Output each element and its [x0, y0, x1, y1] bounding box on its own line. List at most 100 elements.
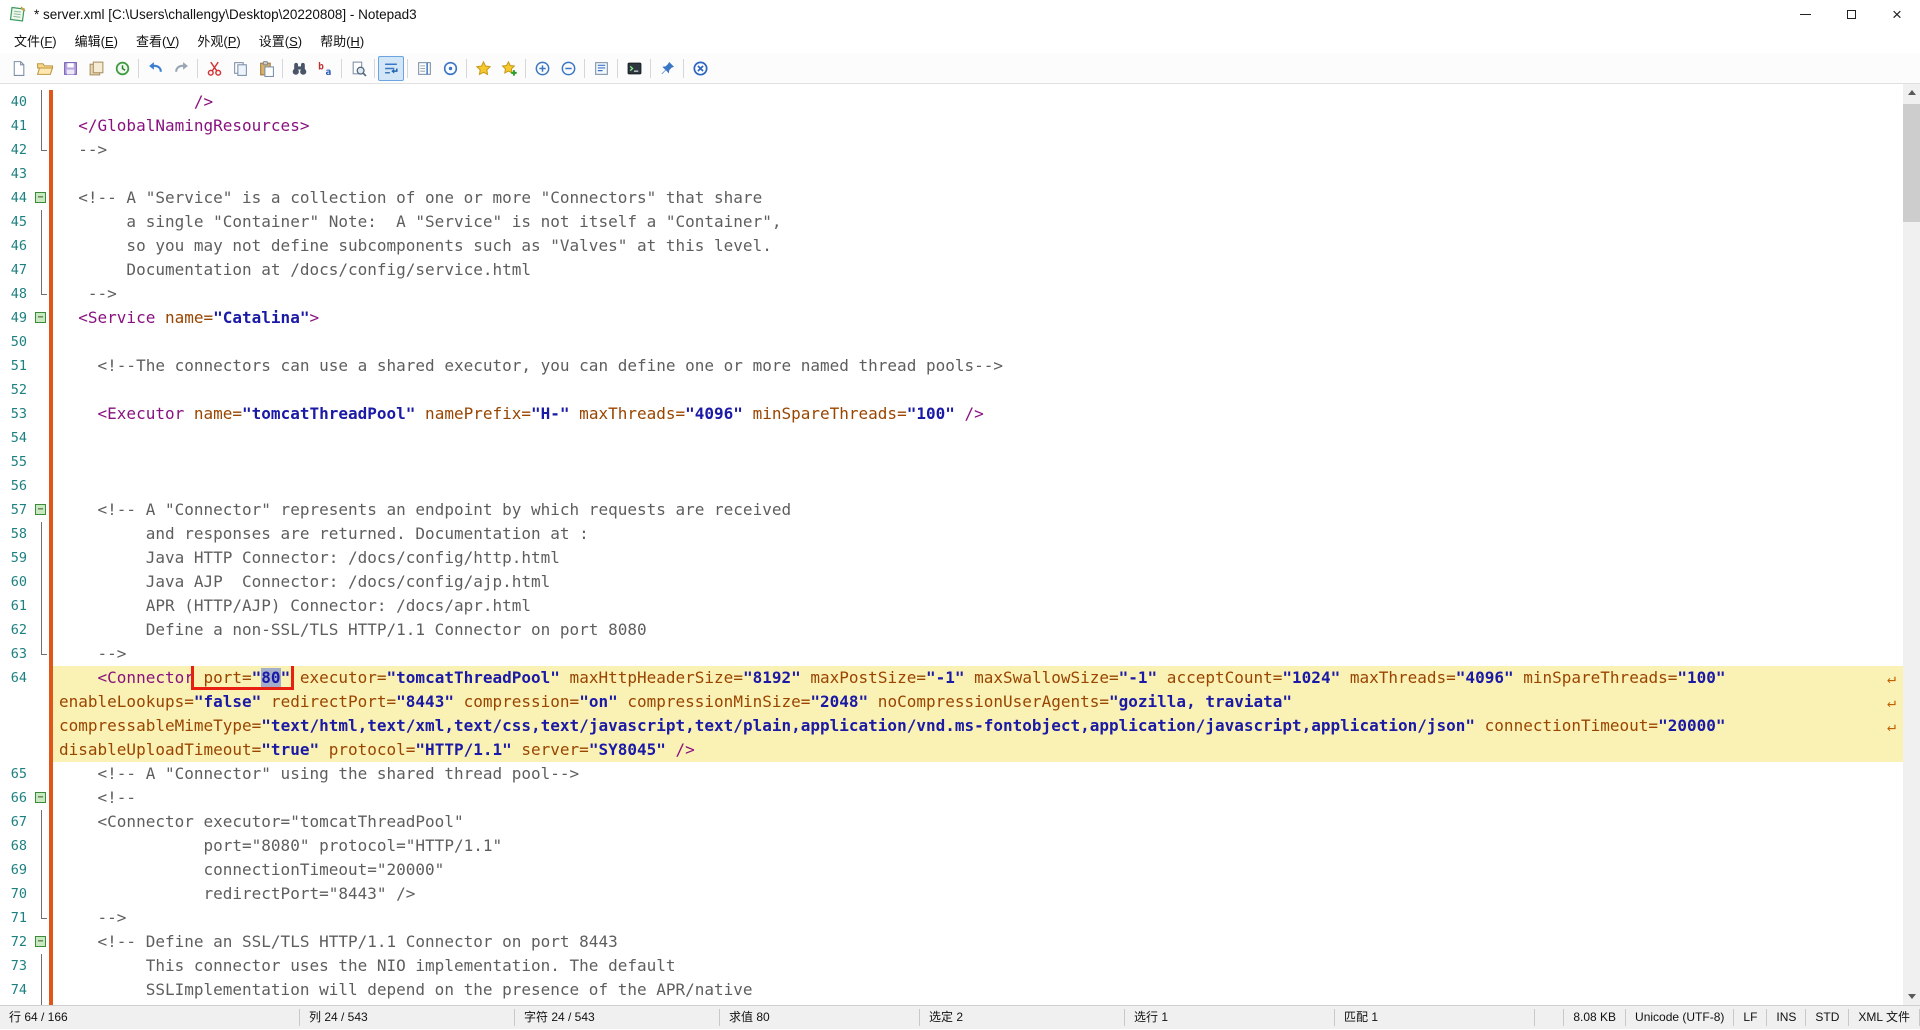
replace-button[interactable]: ba: [312, 56, 338, 81]
run-console-button[interactable]: [621, 56, 647, 81]
code-area[interactable]: 40 />41 </GlobalNamingResources>42 -->43…: [0, 90, 1903, 1005]
code-text[interactable]: [53, 162, 1903, 186]
code-text[interactable]: enableLookups="false" redirectPort="8443…: [53, 690, 1903, 714]
status-line[interactable]: 行 64 / 166: [0, 1009, 300, 1026]
line-number: 63: [0, 642, 34, 666]
code-text[interactable]: [53, 330, 1903, 354]
code-text[interactable]: </GlobalNamingResources>: [53, 114, 1903, 138]
menu-item-p[interactable]: 外观(P): [188, 28, 249, 53]
code-text[interactable]: -->: [53, 906, 1903, 930]
code-text[interactable]: <!-- A "Connector" represents an endpoin…: [53, 498, 1903, 522]
code-text[interactable]: [53, 378, 1903, 402]
status-column[interactable]: 列 24 / 543: [300, 1009, 515, 1026]
close-button[interactable]: ×: [1874, 0, 1920, 28]
menu-item-s[interactable]: 设置(S): [250, 28, 311, 53]
status-insert-mode[interactable]: INS: [1767, 1009, 1806, 1026]
add-favorite-button[interactable]: [496, 56, 522, 81]
save-copy-button[interactable]: [83, 56, 109, 81]
status-file-size[interactable]: 8.08 KB: [1564, 1009, 1626, 1026]
recent-files-button[interactable]: [109, 56, 135, 81]
code-text[interactable]: and responses are returned. Documentatio…: [53, 522, 1903, 546]
editor[interactable]: 40 />41 </GlobalNamingResources>42 -->43…: [0, 84, 1920, 1005]
status-selected-lines[interactable]: 选行 1: [1125, 1009, 1335, 1026]
maximize-button[interactable]: [1828, 0, 1874, 28]
fold-collapse-icon[interactable]: −: [35, 504, 46, 515]
zoom-in-button[interactable]: [529, 56, 555, 81]
status-case-mode[interactable]: STD: [1806, 1009, 1849, 1026]
code-text[interactable]: [53, 474, 1903, 498]
menu-item-v[interactable]: 查看(V): [127, 28, 188, 53]
code-text[interactable]: <!--The connectors can use a shared exec…: [53, 354, 1903, 378]
menu-item-f[interactable]: 文件(F): [5, 28, 66, 53]
code-text[interactable]: Documentation at /docs/config/service.ht…: [53, 258, 1903, 282]
status-eol-mode[interactable]: LF: [1734, 1009, 1767, 1026]
save-file-button[interactable]: [57, 56, 83, 81]
cut-button[interactable]: [201, 56, 227, 81]
show-whitespace-button[interactable]: [437, 56, 463, 81]
code-text[interactable]: disableUploadTimeout="true" protocol="HT…: [53, 738, 1903, 762]
code-text[interactable]: library and the useOpenSSL attribute of …: [53, 1002, 1903, 1005]
pin-to-top-button[interactable]: [654, 56, 680, 81]
code-text[interactable]: <!--: [53, 786, 1903, 810]
new-file-button[interactable]: [5, 56, 31, 81]
code-text[interactable]: redirectPort="8443" />: [53, 882, 1903, 906]
scrollbar-thumb[interactable]: [1903, 104, 1920, 222]
code-text[interactable]: Java AJP Connector: /docs/config/ajp.htm…: [53, 570, 1903, 594]
vertical-scrollbar[interactable]: [1903, 84, 1920, 1005]
code-text[interactable]: SSLImplementation will depend on the pre…: [53, 978, 1903, 1002]
code-text[interactable]: -->: [53, 282, 1903, 306]
scheme-config-button[interactable]: [588, 56, 614, 81]
code-text[interactable]: <Service name="Catalina">: [53, 306, 1903, 330]
minimize-icon: [1800, 14, 1811, 15]
code-text[interactable]: a single "Container" Note: A "Service" i…: [53, 210, 1903, 234]
status-encoding[interactable]: Unicode (UTF-8): [1626, 1009, 1734, 1026]
code-text[interactable]: <Connector executor="tomcatThreadPool": [53, 810, 1903, 834]
code-text[interactable]: connectionTimeout="20000": [53, 858, 1903, 882]
exit-button[interactable]: [687, 56, 713, 81]
favorites-button[interactable]: [470, 56, 496, 81]
menu-item-h[interactable]: 帮助(H): [311, 28, 373, 53]
title-bar[interactable]: * server.xml [C:\Users\challengy\Desktop…: [0, 0, 1920, 28]
zoom-out-button[interactable]: [555, 56, 581, 81]
code-text[interactable]: compressableMimeType="text/html,text/xml…: [53, 714, 1903, 738]
code-text[interactable]: />: [53, 90, 1903, 114]
code-text[interactable]: port="8080" protocol="HTTP/1.1": [53, 834, 1903, 858]
code-text[interactable]: This connector uses the NIO implementati…: [53, 954, 1903, 978]
code-text[interactable]: <Connector port="80" executor="tomcatThr…: [53, 666, 1903, 690]
status-eval[interactable]: 求值 80: [720, 1009, 920, 1026]
long-line-marker-button[interactable]: [411, 56, 437, 81]
copy-button[interactable]: [227, 56, 253, 81]
open-file-button[interactable]: [31, 56, 57, 81]
print-preview-button[interactable]: [345, 56, 371, 81]
status-file-type[interactable]: XML 文件: [1849, 1009, 1920, 1026]
fold-collapse-icon[interactable]: −: [35, 192, 46, 203]
code-text[interactable]: -->: [53, 642, 1903, 666]
status-selection[interactable]: 选定 2: [920, 1009, 1125, 1026]
undo-button[interactable]: [142, 56, 168, 81]
code-text[interactable]: <!-- A "Service" is a collection of one …: [53, 186, 1903, 210]
scroll-up-button[interactable]: [1903, 84, 1920, 101]
code-text[interactable]: -->: [53, 138, 1903, 162]
code-text[interactable]: [53, 426, 1903, 450]
code-text[interactable]: [53, 450, 1903, 474]
status-character[interactable]: 字符 24 / 543: [515, 1009, 720, 1026]
status-occurrences[interactable]: 匹配 1: [1335, 1009, 1535, 1026]
code-text[interactable]: Java HTTP Connector: /docs/config/http.h…: [53, 546, 1903, 570]
code-text[interactable]: so you may not define subcomponents such…: [53, 234, 1903, 258]
code-text[interactable]: <Executor name="tomcatThreadPool" namePr…: [53, 402, 1903, 426]
redo-button[interactable]: [168, 56, 194, 81]
code-text[interactable]: <!-- A "Connector" using the shared thre…: [53, 762, 1903, 786]
fold-collapse-icon[interactable]: −: [35, 936, 46, 947]
code-text[interactable]: <!-- Define an SSL/TLS HTTP/1.1 Connecto…: [53, 930, 1903, 954]
code-text[interactable]: Define a non-SSL/TLS HTTP/1.1 Connector …: [53, 618, 1903, 642]
fold-collapse-icon[interactable]: −: [35, 792, 46, 803]
code-token: executor=: [290, 668, 386, 687]
word-wrap-button[interactable]: [378, 56, 404, 81]
find-button[interactable]: [286, 56, 312, 81]
code-text[interactable]: APR (HTTP/AJP) Connector: /docs/apr.html: [53, 594, 1903, 618]
minimize-button[interactable]: [1782, 0, 1828, 28]
scroll-down-button[interactable]: [1903, 988, 1920, 1005]
paste-button[interactable]: [253, 56, 279, 81]
fold-collapse-icon[interactable]: −: [35, 312, 46, 323]
menu-item-e[interactable]: 编辑(E): [66, 28, 127, 53]
